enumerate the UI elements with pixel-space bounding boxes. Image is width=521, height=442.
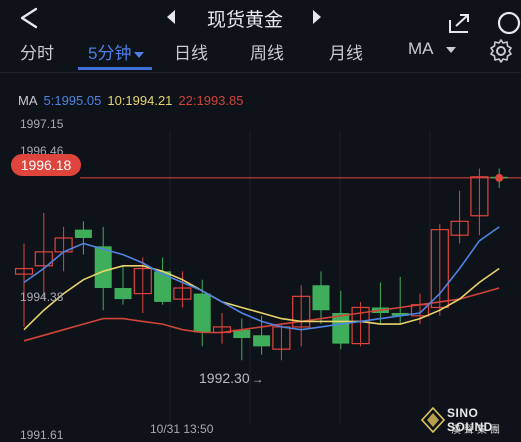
current-price-dot — [495, 173, 504, 182]
candle-body — [94, 246, 112, 289]
low-price-annotation: 1992.30 → — [199, 370, 264, 386]
diamond-logo-icon — [421, 407, 445, 433]
candle-body — [114, 288, 132, 300]
candle-body — [193, 293, 211, 333]
candle-body — [332, 313, 350, 344]
candle-body — [312, 285, 330, 311]
y-label-top: 1997.15 — [20, 117, 64, 131]
right-arrow-icon: → — [251, 372, 264, 386]
candle-body — [74, 229, 92, 238]
brand-logo: SINO SOUND 漢聲集團 — [421, 405, 517, 436]
x-axis-time-label: 10/31 13:50 — [150, 422, 214, 436]
y-label-mid: 1994.38 — [20, 290, 64, 304]
y-label-bottom: 1991.61 — [20, 428, 64, 442]
logo-text-cn: 漢聲集團 — [451, 425, 503, 436]
current-price-tag: 1996.18 — [11, 154, 81, 176]
candle-body — [253, 335, 271, 347]
low-price-value: 1992.30 — [199, 370, 250, 386]
